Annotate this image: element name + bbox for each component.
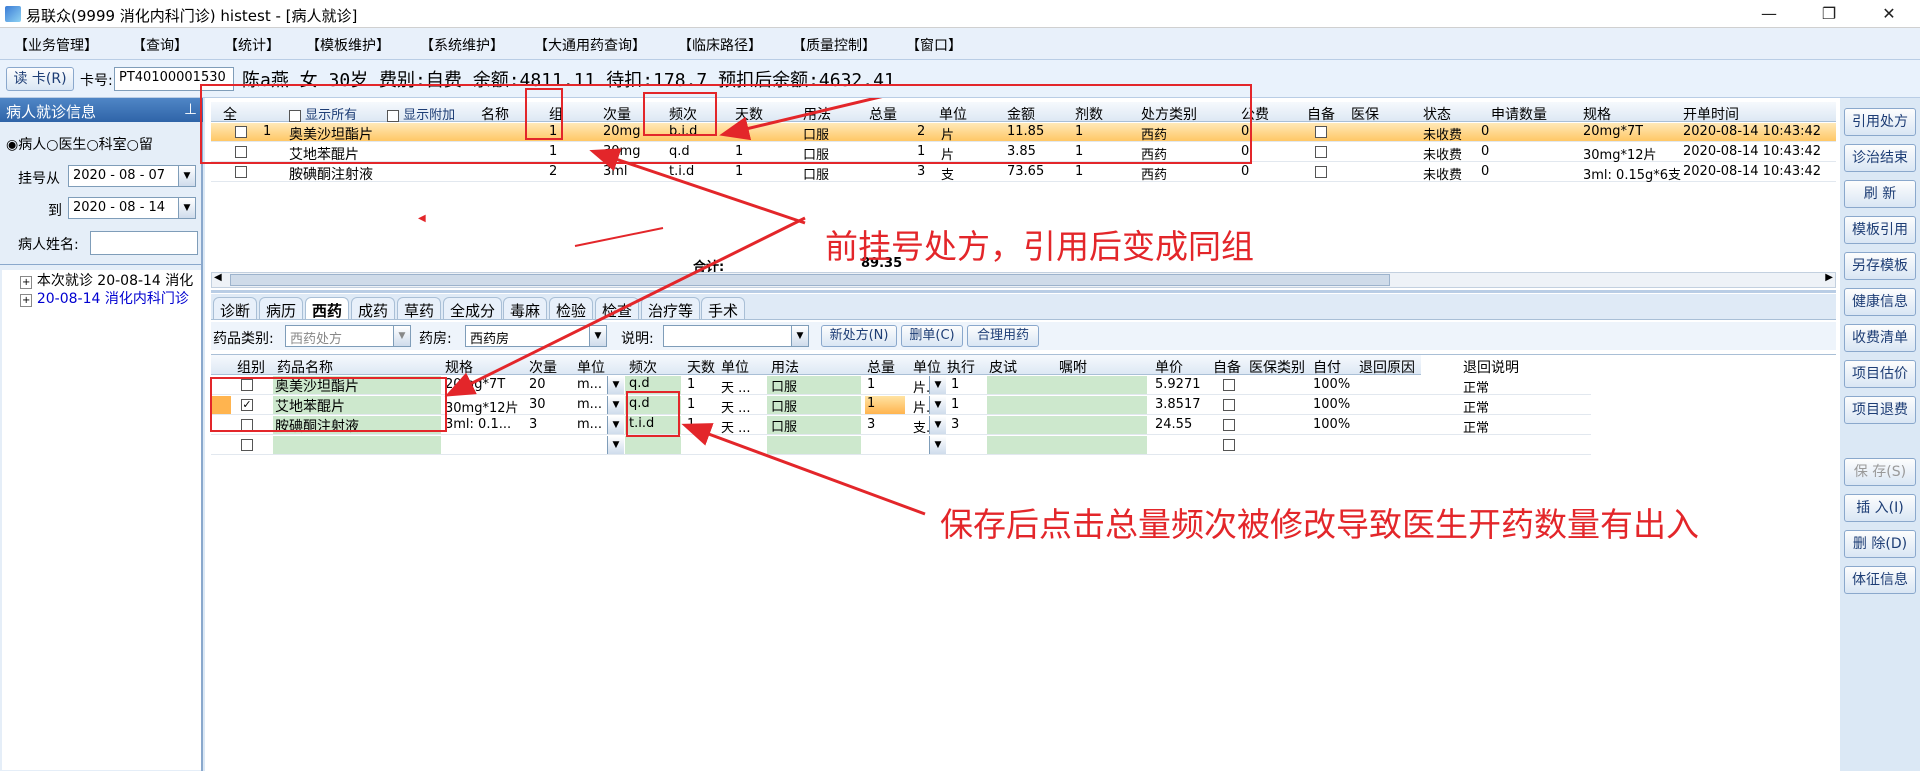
read-card-button[interactable]: 读 卡(R) [6, 67, 74, 91]
arrow-to-group [589, 148, 806, 225]
patient-name-label: 病人姓名: [18, 237, 79, 253]
item-refund-button[interactable]: 项目退费 [1844, 396, 1916, 424]
to-date-value: 2020 - 08 - 14 [73, 200, 166, 215]
menu-template[interactable]: 【模板维护】 [306, 35, 390, 55]
insert-button[interactable]: 插 入(I) [1844, 494, 1916, 522]
menu-system[interactable]: 【系统维护】 [420, 35, 504, 55]
tree-item-current-label: 本次就诊 20-08-14 消化 [36, 273, 194, 289]
patient-name-input[interactable] [90, 231, 198, 255]
vital-signs-button[interactable]: 体征信息 [1844, 566, 1916, 594]
arrow-to-bottom-freq [681, 423, 926, 516]
radio-patient[interactable]: ◉ [6, 137, 18, 153]
chevron-down-icon[interactable]: ▼ [178, 166, 195, 186]
to-date[interactable]: 2020 - 08 - 14 ▼ [68, 197, 196, 219]
left-panel-title: 病人就诊信息 [6, 103, 97, 121]
pin-icon[interactable]: ⊥ [184, 100, 197, 118]
title-bar: 易联众(9999 消化内科门诊) histest - [病人就诊] — ❐ ✕ [0, 0, 1920, 28]
refresh-button[interactable]: 刷 新 [1844, 180, 1916, 208]
window-title: 易联众(9999 消化内科门诊) histest - [病人就诊] [26, 7, 358, 25]
reg-from-date[interactable]: 2020 - 08 - 07 ▼ [68, 165, 196, 187]
radio-other[interactable]: ○ [127, 137, 139, 153]
main-area: 全 显示所有 显示附加 名称 组 次量 频次 天数 用法 总量 单位 金额 剂数… [200, 84, 1840, 771]
save-template-button[interactable]: 另存模板 [1844, 252, 1916, 280]
radio-dept-label: 科室 [98, 137, 127, 153]
fee-list-button[interactable]: 收费清单 [1844, 324, 1916, 352]
app-icon [5, 6, 21, 22]
arrow-to-freq [719, 98, 883, 141]
restore-icon[interactable]: ❐ [1806, 0, 1852, 28]
item-estimate-button[interactable]: 项目估价 [1844, 360, 1916, 388]
reg-from-label: 挂号从 [18, 171, 60, 187]
menu-quality[interactable]: 【质量控制】 [792, 35, 876, 55]
radio-dept[interactable]: ○ [86, 137, 98, 153]
arrow-to-top-region [574, 227, 664, 247]
menu-window[interactable]: 【窗口】 [906, 35, 962, 55]
menu-query[interactable]: 【查询】 [132, 35, 188, 55]
left-panel: 病人就诊信息 ⊥ ◉病人○医生○科室○留 挂号从 2020 - 08 - 07 … [0, 98, 203, 771]
annotation-arrows [444, 98, 926, 516]
end-visit-button[interactable]: 诊治结束 [1844, 144, 1916, 172]
health-info-button[interactable]: 健康信息 [1844, 288, 1916, 316]
card-label: 卡号: [80, 73, 113, 89]
chevron-down-icon[interactable]: ▼ [178, 198, 195, 218]
radio-group: ◉病人○医生○科室○留 [6, 134, 153, 154]
menu-business[interactable]: 【业务管理】 [14, 35, 98, 55]
tree-item-current[interactable]: + 本次就诊 20-08-14 消化 [20, 270, 200, 290]
radio-other-label: 留 [138, 137, 153, 153]
menu-stats[interactable]: 【统计】 [224, 35, 280, 55]
divider [0, 264, 201, 265]
radio-doctor-label: 医生 [58, 137, 87, 153]
reg-from-value: 2020 - 08 - 07 [73, 168, 166, 183]
visit-tree: + 本次就诊 20-08-14 消化 + 20-08-14 消化内科门诊 [2, 270, 201, 770]
right-button-panel: 引用处方 诊治结束 刷 新 模板引用 另存模板 健康信息 收费清单 项目估价 项… [1840, 98, 1920, 771]
menu-clinical-path[interactable]: 【临床路径】 [678, 35, 762, 55]
save-button[interactable]: 保 存(S) [1844, 458, 1916, 486]
quote-rx-button[interactable]: 引用处方 [1844, 108, 1916, 136]
menu-drug-query[interactable]: 【大通用药查询】 [534, 35, 646, 55]
tree-item-history[interactable]: + 20-08-14 消化内科门诊 [20, 288, 200, 308]
left-panel-header: 病人就诊信息 ⊥ [0, 98, 203, 122]
tree-item-history-label: 20-08-14 消化内科门诊 [36, 291, 189, 307]
minimize-icon[interactable]: — [1746, 0, 1792, 28]
delete-button[interactable]: 删 除(D) [1844, 530, 1916, 558]
to-label: 到 [48, 203, 62, 219]
close-icon[interactable]: ✕ [1866, 0, 1912, 28]
arrow-to-bottom-drugs [444, 216, 806, 397]
template-quote-button[interactable]: 模板引用 [1844, 216, 1916, 244]
radio-doctor[interactable]: ○ [46, 137, 58, 153]
menu-bar: 【业务管理】 【查询】 【统计】 【模板维护】 【系统维护】 【大通用药查询】 … [0, 28, 1920, 60]
radio-patient-label: 病人 [18, 137, 47, 153]
